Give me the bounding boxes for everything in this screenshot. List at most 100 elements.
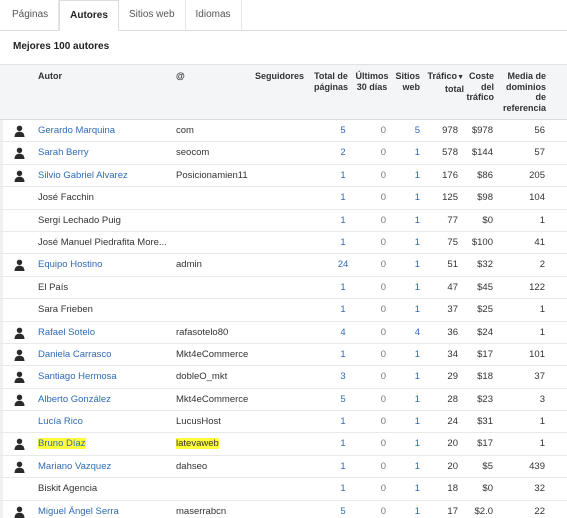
author-name-text: El País xyxy=(38,281,69,293)
sites-value[interactable]: 1 xyxy=(392,187,420,209)
sites-value[interactable]: 1 xyxy=(392,456,420,478)
sites-value[interactable]: 1 xyxy=(392,142,420,164)
col-at[interactable]: @ xyxy=(176,71,185,82)
author-name-link[interactable]: Rafael Sotelo xyxy=(38,322,95,344)
total-pages-value[interactable]: 4 xyxy=(323,322,363,344)
sites-value[interactable]: 1 xyxy=(392,366,420,388)
col-trafico-total[interactable]: Tráfico▼ total xyxy=(424,71,464,94)
table-row[interactable]: Mariano Vazquez dahseo 1 0 1 20 $5 439 xyxy=(0,456,567,479)
col-media-dominios[interactable]: Media de dominios de referencia xyxy=(500,71,546,113)
sites-value[interactable]: 1 xyxy=(392,277,420,299)
author-name-link[interactable]: Gerardo Marquina xyxy=(38,120,115,142)
col-ultimos-30-dias[interactable]: Últimos 30 días xyxy=(354,71,390,92)
tab-idiomas[interactable]: Idiomas xyxy=(186,0,242,30)
tab-sitios-web[interactable]: Sitios web xyxy=(119,0,186,30)
table-row[interactable]: Alberto González Mkt4eCommerce 5 0 1 28 $23 3 xyxy=(0,389,567,412)
total-pages-value[interactable]: 1 xyxy=(323,478,363,500)
traffic-total-value: 29 xyxy=(447,371,458,383)
tab-paginas[interactable]: Páginas xyxy=(2,0,60,30)
author-name-text: José Manuel Piedrafita More... xyxy=(38,236,167,248)
author-handle: maserrabcn xyxy=(176,501,226,518)
total-pages-value[interactable]: 1 xyxy=(323,299,363,321)
total-pages-value[interactable]: 24 xyxy=(323,254,363,276)
total-pages-value[interactable]: 1 xyxy=(323,433,363,455)
table-row[interactable]: Sarah Berry seocom 2 0 1 578 $144 57 xyxy=(0,142,567,165)
total-pages-value[interactable]: 3 xyxy=(323,366,363,388)
table-row[interactable]: Santiago Hermosa dobleO_mkt 3 0 1 29 $18 37 xyxy=(0,366,567,389)
table-row[interactable]: Miguel Ángel Serra maserrabcn 5 0 1 17 $2.0 22 xyxy=(0,501,567,518)
author-name-link[interactable]: Miguel Ángel Serra xyxy=(38,501,119,518)
author-handle: com xyxy=(176,120,194,142)
author-name-text: Gerardo Marquina xyxy=(38,125,116,136)
author-name-link[interactable]: Silvio Gabriel Alvarez xyxy=(38,165,128,187)
traffic-total-value: 28 xyxy=(447,393,458,405)
table-row[interactable]: Bruno Díaz latevaweb 1 0 1 20 $17 1 xyxy=(0,433,567,456)
total-pages-value[interactable]: 1 xyxy=(323,210,363,232)
total-pages-value[interactable]: 5 xyxy=(323,120,363,142)
sites-value[interactable]: 1 xyxy=(392,232,420,254)
author-name-link[interactable]: Alberto González xyxy=(38,389,111,411)
col-coste-trafico[interactable]: Coste del tráfico xyxy=(462,71,494,103)
sites-value[interactable]: 1 xyxy=(392,165,420,187)
sites-value[interactable]: 1 xyxy=(392,254,420,276)
table-row[interactable]: Daniela Carrasco Mkt4eCommerce 1 0 1 34 $17 101 xyxy=(0,344,567,367)
total-pages-value[interactable]: 1 xyxy=(323,411,363,433)
author-handle: rafasotelo80 xyxy=(176,322,228,344)
tab-autores[interactable]: Autores xyxy=(59,0,119,31)
sites-value[interactable]: 1 xyxy=(392,501,420,518)
traffic-total-value: 77 xyxy=(447,214,458,226)
sites-value[interactable]: 1 xyxy=(392,210,420,232)
author-name-link[interactable]: Lucía Rico xyxy=(38,411,83,433)
author-name-link[interactable]: Mariano Vazquez xyxy=(38,456,111,478)
total-pages-value[interactable]: 1 xyxy=(323,344,363,366)
traffic-total-value: 20 xyxy=(447,460,458,472)
col-sitios-web[interactable]: Sitios web xyxy=(392,71,420,92)
table-row[interactable]: Gerardo Marquina com 5 0 5 978 $978 56 xyxy=(0,120,567,143)
traffic-total-value: 20 xyxy=(447,438,458,450)
table-row[interactable]: El País 1 0 1 47 $45 122 xyxy=(0,277,567,300)
table-row[interactable]: Silvio Gabriel Alvarez Posicionamien11 1 0 1… xyxy=(0,165,567,188)
total-pages-value[interactable]: 1 xyxy=(323,277,363,299)
col-seguidores[interactable]: Seguidores xyxy=(250,71,304,82)
sites-value[interactable]: 1 xyxy=(392,433,420,455)
sites-value[interactable]: 1 xyxy=(392,299,420,321)
total-pages-value[interactable]: 1 xyxy=(323,165,363,187)
referring-domains-value: 1 xyxy=(539,304,545,316)
author-name-link[interactable]: Bruno Díaz xyxy=(38,433,86,455)
table-row[interactable]: José Facchin 1 0 1 125 $98 104 xyxy=(0,187,567,210)
user-avatar-icon xyxy=(14,327,25,339)
sites-value[interactable]: 1 xyxy=(392,389,420,411)
sites-value[interactable]: 1 xyxy=(392,478,420,500)
author-name-link[interactable]: Daniela Carrasco xyxy=(38,344,111,366)
table-row[interactable]: Biskit Agencia 1 0 1 18 $0 32 xyxy=(0,478,567,501)
table-row[interactable]: Equipo Hostino admin 24 0 1 51 $32 2 xyxy=(0,254,567,277)
traffic-cost-value: $86 xyxy=(477,169,493,181)
author-handle: seocom xyxy=(176,142,209,164)
table-row[interactable]: Sergi Lechado Puig 1 0 1 77 $0 1 xyxy=(0,210,567,232)
col-trafico-line1: Tráfico xyxy=(427,71,458,81)
sites-value[interactable]: 1 xyxy=(392,344,420,366)
author-handle-text: dahseo xyxy=(176,460,208,472)
table-row[interactable]: Sara Frieben 1 0 1 37 $25 1 xyxy=(0,299,567,322)
table-row[interactable]: Lucía Rico LucusHost 1 0 1 24 $31 1 xyxy=(0,411,567,434)
referring-domains-value: 1 xyxy=(539,438,545,450)
traffic-cost-value: $17 xyxy=(477,348,493,360)
total-pages-value[interactable]: 5 xyxy=(323,389,363,411)
col-autor[interactable]: Autor xyxy=(38,71,62,82)
total-pages-value[interactable]: 2 xyxy=(323,142,363,164)
sites-value[interactable]: 5 xyxy=(392,120,420,142)
author-name-link[interactable]: Santiago Hermosa xyxy=(38,366,117,388)
author-name-link[interactable]: Equipo Hostino xyxy=(38,254,102,276)
total-pages-value[interactable]: 1 xyxy=(323,456,363,478)
author-handle: latevaweb xyxy=(176,433,219,455)
total-pages-value[interactable]: 1 xyxy=(323,187,363,209)
sites-value[interactable]: 4 xyxy=(392,322,420,344)
sites-value[interactable]: 1 xyxy=(392,411,420,433)
author-handle-text: latevaweb xyxy=(176,438,219,450)
author-name-link[interactable]: Sarah Berry xyxy=(38,142,89,164)
total-pages-value[interactable]: 5 xyxy=(323,501,363,518)
table-row[interactable]: José Manuel Piedrafita More... 1 0 1 75 $100 4… xyxy=(0,232,567,255)
total-pages-value[interactable]: 1 xyxy=(323,232,363,254)
col-total-paginas[interactable]: Total de páginas xyxy=(310,71,352,92)
table-row[interactable]: Rafael Sotelo rafasotelo80 4 0 4 36 $24 1 xyxy=(0,322,567,344)
